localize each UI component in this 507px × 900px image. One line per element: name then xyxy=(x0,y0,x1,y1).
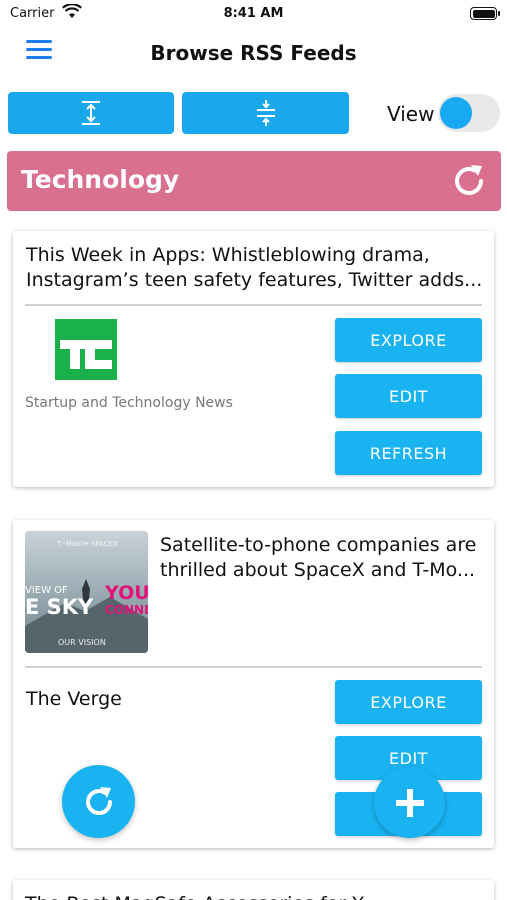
expand-all-button[interactable] xyxy=(8,92,174,134)
refresh-fab[interactable] xyxy=(62,765,135,838)
thumb-text-sky: E SKY xyxy=(25,595,94,619)
explore-button[interactable]: EXPLORE xyxy=(335,680,482,724)
article-thumbnail[interactable]: T··Mobile SPACEX VIEW OF E SKY YOU CONNE… xyxy=(25,531,148,653)
status-bar: Carrier 8:41 AM xyxy=(0,0,507,28)
plus-icon xyxy=(395,788,424,817)
navigation-bar: Browse RSS Feeds xyxy=(0,30,507,76)
feed-headline[interactable]: Satellite-to-phone companies are thrille… xyxy=(160,533,485,583)
edit-button[interactable]: EDIT xyxy=(335,374,482,418)
page-title: Browse RSS Feeds xyxy=(150,41,357,65)
feed-headline[interactable]: This Week in Apps: Whistleblowing drama,… xyxy=(26,243,486,293)
refresh-icon[interactable] xyxy=(449,161,489,201)
source-description: Startup and Technology News xyxy=(25,395,233,411)
refresh-icon xyxy=(85,786,112,815)
thumb-text-vision: OUR VISION xyxy=(58,638,106,647)
toggle-knob xyxy=(440,97,472,129)
clock: 8:41 AM xyxy=(223,6,284,21)
toolbar: View xyxy=(0,92,507,136)
techcrunch-logo xyxy=(55,319,117,380)
feed-headline[interactable]: The Best MagSafe Accessories for Y... xyxy=(25,892,485,900)
view-toggle[interactable] xyxy=(438,94,500,132)
collapse-vertical-icon xyxy=(256,100,275,126)
thumb-text-you: YOU xyxy=(104,582,148,604)
category-title: Technology xyxy=(21,165,180,194)
feed-card: The Best MagSafe Accessories for Y... xyxy=(13,880,494,900)
divider xyxy=(25,666,482,668)
category-header: Technology xyxy=(7,151,501,211)
divider xyxy=(25,304,482,306)
thumb-brand-text: T··Mobile SPACEX xyxy=(56,540,118,548)
collapse-all-button[interactable] xyxy=(182,92,349,134)
explore-button[interactable]: EXPLORE xyxy=(335,318,482,362)
expand-vertical-icon xyxy=(82,101,100,125)
thumb-text-conne: CONNE xyxy=(105,603,148,617)
battery-icon xyxy=(470,7,500,20)
add-feed-fab[interactable] xyxy=(374,767,445,838)
refresh-button[interactable]: REFRESH xyxy=(335,431,482,475)
feed-card: This Week in Apps: Whistleblowing drama,… xyxy=(13,231,494,487)
source-name: The Verge xyxy=(26,688,122,710)
view-label: View xyxy=(387,102,435,126)
